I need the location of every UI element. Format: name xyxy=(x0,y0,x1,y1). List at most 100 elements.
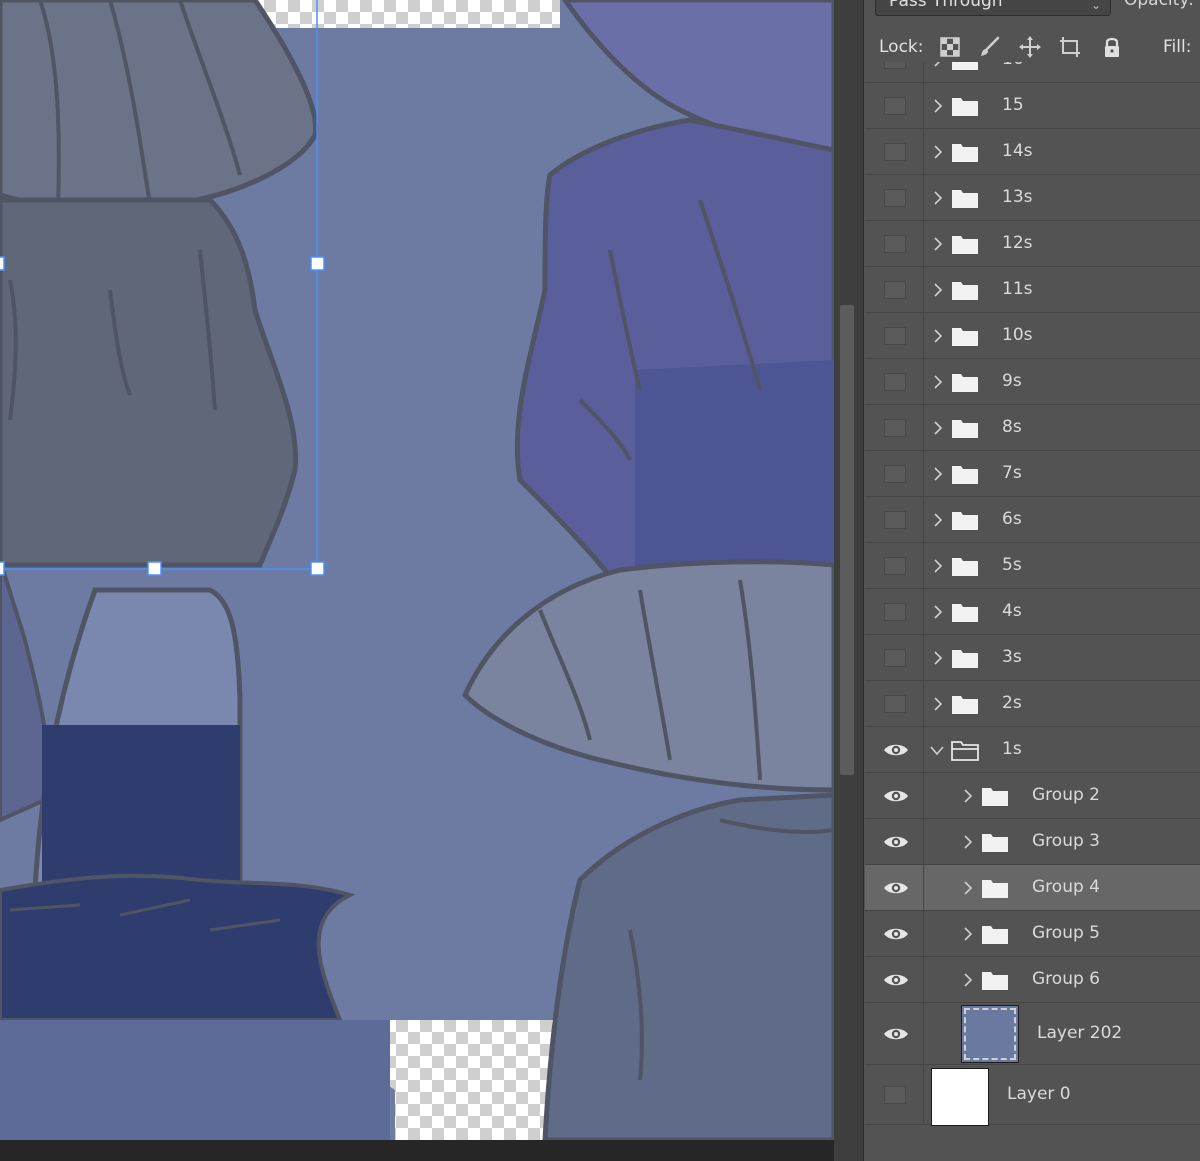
chevron-right-icon[interactable] xyxy=(933,237,943,251)
folder-icon xyxy=(951,741,979,761)
layer-row[interactable]: 13s xyxy=(865,175,1200,221)
layer-name: 10s xyxy=(1002,325,1033,345)
visibility-empty-box xyxy=(884,511,906,529)
scrollbar-thumb[interactable] xyxy=(840,305,854,775)
layer-row[interactable]: 5s xyxy=(865,543,1200,589)
layer-row[interactable]: 4s xyxy=(865,589,1200,635)
layer-name: 15 xyxy=(1002,95,1024,115)
document-canvas[interactable] xyxy=(0,0,834,1140)
chevron-right-icon[interactable] xyxy=(933,191,943,205)
layer-visibility-toggle[interactable] xyxy=(865,1065,924,1124)
visibility-empty-box xyxy=(884,62,906,69)
layer-name: 16 xyxy=(1002,62,1024,69)
layer-name: Layer 202 xyxy=(1037,1023,1123,1043)
chevron-down-icon[interactable] xyxy=(930,746,944,756)
chevron-right-icon[interactable] xyxy=(933,559,943,573)
chevron-right-icon[interactable] xyxy=(963,973,973,987)
layer-row[interactable]: Group 2 xyxy=(865,773,1200,819)
layer-visibility-toggle[interactable] xyxy=(865,957,924,1002)
layer-row[interactable]: 11s xyxy=(865,267,1200,313)
layer-visibility-toggle[interactable] xyxy=(865,451,924,496)
chevron-right-icon[interactable] xyxy=(963,927,973,941)
layer-row[interactable]: 8s xyxy=(865,405,1200,451)
visibility-empty-box xyxy=(884,695,906,713)
artboard-lock-icon[interactable] xyxy=(1058,35,1082,59)
layer-visibility-toggle[interactable] xyxy=(865,313,924,358)
transform-handle xyxy=(310,256,325,271)
chevron-right-icon[interactable] xyxy=(933,99,943,113)
layer-name: 14s xyxy=(1002,141,1033,161)
layer-row[interactable]: Group 6 xyxy=(865,957,1200,1003)
visibility-empty-box xyxy=(884,189,906,207)
chevron-right-icon[interactable] xyxy=(933,62,943,67)
chevron-right-icon[interactable] xyxy=(933,283,943,297)
layer-visibility-toggle[interactable] xyxy=(865,727,924,772)
layer-visibility-toggle[interactable] xyxy=(865,221,924,266)
chevron-right-icon[interactable] xyxy=(963,881,973,895)
visibility-empty-box xyxy=(884,97,906,115)
artwork xyxy=(0,0,834,1140)
layer-name: Group 2 xyxy=(1032,785,1100,805)
layer-row[interactable]: 3s xyxy=(865,635,1200,681)
layer-row[interactable]: 16 xyxy=(865,62,1200,83)
chevron-right-icon[interactable] xyxy=(933,697,943,711)
chevron-right-icon[interactable] xyxy=(933,651,943,665)
layer-visibility-toggle[interactable] xyxy=(865,773,924,818)
layer-visibility-toggle[interactable] xyxy=(865,62,924,82)
chevron-right-icon[interactable] xyxy=(933,375,943,389)
layer-list: 16 15 14s 13s 12s 11s 10s 9s 8s 7s 6s 5s 4s 3s 2s 1s Gro… xyxy=(865,62,1200,1161)
layer-row[interactable]: 7s xyxy=(865,451,1200,497)
blend-mode-select[interactable]: Pass Through ⌄ xyxy=(875,0,1111,16)
layer-row[interactable]: Layer 0 xyxy=(865,1065,1200,1126)
move-lock-icon[interactable] xyxy=(1018,35,1042,59)
brush-lock-icon[interactable] xyxy=(978,35,1002,59)
layer-row[interactable]: Group 3 xyxy=(865,819,1200,865)
layer-name: 4s xyxy=(1002,601,1022,621)
chevron-down-icon: ⌄ xyxy=(1090,0,1101,12)
chevron-right-icon[interactable] xyxy=(963,789,973,803)
chevron-right-icon[interactable] xyxy=(933,513,943,527)
chevron-right-icon[interactable] xyxy=(933,467,943,481)
layer-row[interactable]: 10s xyxy=(865,313,1200,359)
layer-visibility-toggle[interactable] xyxy=(865,1003,924,1064)
layer-visibility-toggle[interactable] xyxy=(865,543,924,588)
layer-visibility-toggle[interactable] xyxy=(865,83,924,128)
layer-name: Group 4 xyxy=(1032,877,1100,897)
layer-visibility-toggle[interactable] xyxy=(865,497,924,542)
layer-row[interactable]: 9s xyxy=(865,359,1200,405)
layer-visibility-toggle[interactable] xyxy=(865,267,924,312)
layer-row[interactable]: 14s xyxy=(865,129,1200,175)
layer-visibility-toggle[interactable] xyxy=(865,405,924,450)
layer-row[interactable]: Group 4 xyxy=(865,865,1200,911)
chevron-right-icon[interactable] xyxy=(963,835,973,849)
layer-visibility-toggle[interactable] xyxy=(865,911,924,956)
transparency-lock-icon[interactable] xyxy=(938,35,962,59)
layer-row[interactable]: 12s xyxy=(865,221,1200,267)
layer-visibility-toggle[interactable] xyxy=(865,865,924,910)
folder-icon xyxy=(952,696,978,714)
folder-icon xyxy=(982,926,1008,944)
chevron-right-icon[interactable] xyxy=(933,145,943,159)
padlock-icon[interactable] xyxy=(1100,35,1124,59)
layer-visibility-toggle[interactable] xyxy=(865,359,924,404)
layer-visibility-toggle[interactable] xyxy=(865,129,924,174)
layer-visibility-toggle[interactable] xyxy=(865,175,924,220)
visibility-empty-box xyxy=(884,143,906,161)
layer-row[interactable]: 2s xyxy=(865,681,1200,727)
chevron-right-icon[interactable] xyxy=(933,605,943,619)
panel-scrollbar[interactable] xyxy=(834,0,864,1161)
layer-row[interactable]: Group 5 xyxy=(865,911,1200,957)
layer-row[interactable]: 6s xyxy=(865,497,1200,543)
layer-row[interactable]: Layer 202 xyxy=(865,1003,1200,1065)
layer-visibility-toggle[interactable] xyxy=(865,819,924,864)
visibility-empty-box xyxy=(884,465,906,483)
layer-visibility-toggle[interactable] xyxy=(865,681,924,726)
layer-name: Group 3 xyxy=(1032,831,1100,851)
layer-row[interactable]: 15 xyxy=(865,83,1200,129)
chevron-right-icon[interactable] xyxy=(933,421,943,435)
folder-icon xyxy=(982,834,1008,852)
layer-visibility-toggle[interactable] xyxy=(865,635,924,680)
layer-visibility-toggle[interactable] xyxy=(865,589,924,634)
chevron-right-icon[interactable] xyxy=(933,329,943,343)
layer-row[interactable]: 1s xyxy=(865,727,1200,773)
